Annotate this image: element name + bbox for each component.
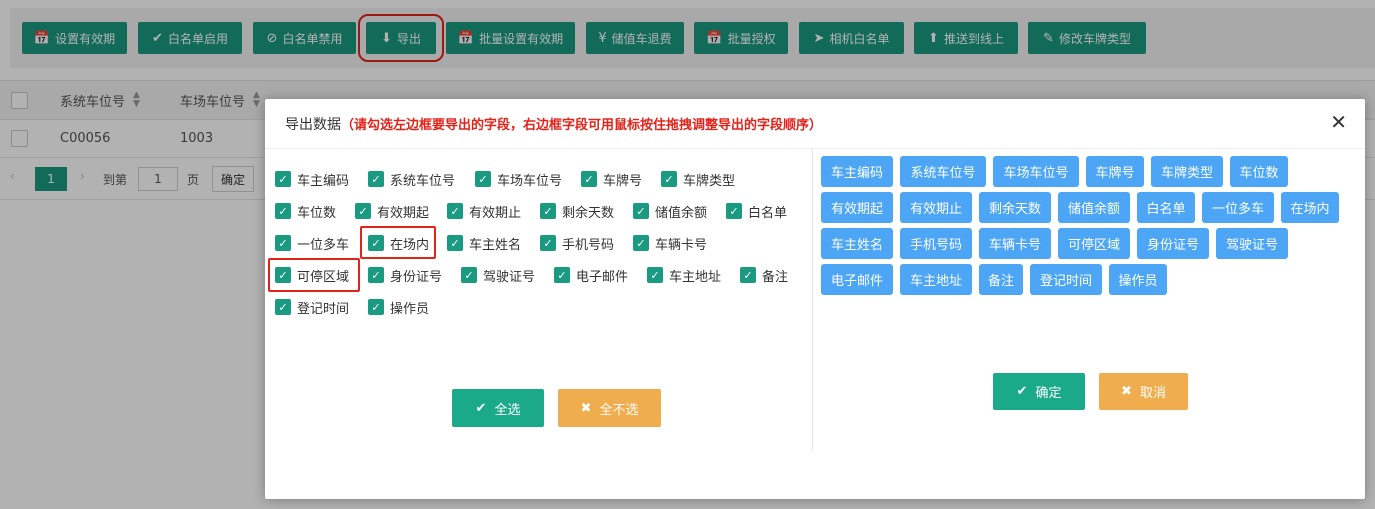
export-dialog: 导出数据 （请勾选左边框要导出的字段，右边框字段可用鼠标按住拖拽调整导出的字段顺序… bbox=[265, 99, 1365, 499]
check-icon: ✔ bbox=[475, 400, 487, 416]
checked-icon: ✓ bbox=[447, 235, 463, 251]
field-tag[interactable]: 一位多车 bbox=[1202, 192, 1274, 223]
checked-icon: ✓ bbox=[368, 299, 384, 315]
field-checkbox[interactable]: ✓ 车位数 bbox=[275, 201, 336, 221]
checked-icon: ✓ bbox=[368, 267, 384, 283]
checked-icon: ✓ bbox=[633, 235, 649, 251]
select-all-button[interactable]: ✔ 全选 bbox=[452, 389, 544, 427]
field-tag[interactable]: 操作员 bbox=[1109, 264, 1167, 295]
field-tag[interactable]: 可停区域 bbox=[1058, 228, 1130, 259]
field-tag[interactable]: 车位数 bbox=[1230, 156, 1288, 187]
field-tag[interactable]: 有效期起 bbox=[821, 192, 893, 223]
checked-icon: ✓ bbox=[540, 203, 556, 219]
close-icon[interactable]: ✕ bbox=[1330, 112, 1347, 132]
checked-icon: ✓ bbox=[540, 235, 556, 251]
checked-icon: ✓ bbox=[368, 171, 384, 187]
field-tag[interactable]: 驾驶证号 bbox=[1216, 228, 1288, 259]
field-checkbox[interactable]: ✓ 登记时间 bbox=[275, 297, 349, 317]
dialog-hint: （请勾选左边框要导出的字段，右边框字段可用鼠标按住拖拽调整导出的字段顺序） bbox=[341, 118, 823, 133]
close-icon: ✖ bbox=[580, 400, 592, 416]
field-checkbox[interactable]: ✓ 白名单 bbox=[726, 201, 787, 221]
checked-icon: ✓ bbox=[633, 203, 649, 219]
field-tag[interactable]: 剩余天数 bbox=[979, 192, 1051, 223]
select-none-button[interactable]: ✖ 全不选 bbox=[558, 389, 661, 427]
field-checkbox[interactable]: ✓ 备注 bbox=[740, 265, 788, 285]
checked-icon: ✓ bbox=[275, 235, 291, 251]
field-checkbox[interactable]: ✓ 驾驶证号 bbox=[461, 265, 535, 285]
field-tag[interactable]: 车辆卡号 bbox=[979, 228, 1051, 259]
field-checkbox[interactable]: ✓ 有效期起 bbox=[355, 201, 429, 221]
field-tag[interactable]: 手机号码 bbox=[900, 228, 972, 259]
field-tag[interactable]: 登记时间 bbox=[1030, 264, 1102, 295]
checked-icon: ✓ bbox=[726, 203, 742, 219]
field-checkbox[interactable]: ✓ 系统车位号 bbox=[368, 169, 455, 189]
checked-icon: ✓ bbox=[581, 171, 597, 187]
field-tag[interactable]: 系统车位号 bbox=[900, 156, 986, 187]
field-checkbox[interactable]: ✓ 有效期止 bbox=[447, 201, 521, 221]
field-tag[interactable]: 车场车位号 bbox=[993, 156, 1079, 187]
field-checkbox[interactable]: ✓ 手机号码 bbox=[540, 233, 614, 253]
checked-icon: ✓ bbox=[447, 203, 463, 219]
confirm-button[interactable]: ✔ 确定 bbox=[993, 373, 1085, 410]
field-tag[interactable]: 备注 bbox=[979, 264, 1023, 295]
field-tag[interactable]: 储值余额 bbox=[1058, 192, 1130, 223]
field-checkbox-panel: ✓ 车主编码 ✓ 系统车位号 ✓ 车场车位号 ✓ 车牌号 ✓ 车牌类型 ✓ 车位数 ✓ 有效期… bbox=[265, 149, 813, 451]
checked-icon: ✓ bbox=[661, 171, 677, 187]
checked-icon: ✓ bbox=[275, 299, 291, 315]
field-checkbox[interactable]: ✓ 车牌号 bbox=[581, 169, 642, 189]
dialog-header: 导出数据 （请勾选左边框要导出的字段，右边框字段可用鼠标按住拖拽调整导出的字段顺序… bbox=[265, 99, 1365, 149]
field-tag[interactable]: 车主编码 bbox=[821, 156, 893, 187]
checked-icon: ✓ bbox=[275, 203, 291, 219]
field-tag[interactable]: 车牌类型 bbox=[1151, 156, 1223, 187]
field-tag[interactable]: 身份证号 bbox=[1137, 228, 1209, 259]
checked-icon: ✓ bbox=[554, 267, 570, 283]
field-tag[interactable]: 车主姓名 bbox=[821, 228, 893, 259]
field-checkbox[interactable]: ✓ 操作员 bbox=[368, 297, 429, 317]
field-tag[interactable]: 电子邮件 bbox=[821, 264, 893, 295]
checked-icon: ✓ bbox=[647, 267, 663, 283]
checked-icon: ✓ bbox=[461, 267, 477, 283]
field-checkbox[interactable]: ✓ 车牌类型 bbox=[661, 169, 735, 189]
checked-icon: ✓ bbox=[355, 203, 371, 219]
field-checkbox[interactable]: ✓ 车主编码 bbox=[275, 169, 349, 189]
field-checkbox[interactable]: ✓ 车主姓名 bbox=[447, 233, 521, 253]
field-checkbox[interactable]: ✓ 剩余天数 bbox=[540, 201, 614, 221]
cancel-button[interactable]: ✖ 取消 bbox=[1099, 373, 1188, 410]
field-checkbox[interactable]: ✓ 一位多车 bbox=[275, 233, 349, 253]
highlight-in-lot bbox=[360, 226, 436, 259]
field-checkbox[interactable]: ✓ 车场车位号 bbox=[475, 169, 562, 189]
field-tag[interactable]: 在场内 bbox=[1281, 192, 1339, 223]
field-checkbox[interactable]: ✓ 电子邮件 bbox=[554, 265, 628, 285]
field-tag[interactable]: 有效期止 bbox=[900, 192, 972, 223]
field-checkbox[interactable]: ✓ 车辆卡号 bbox=[633, 233, 707, 253]
checked-icon: ✓ bbox=[475, 171, 491, 187]
check-icon: ✔ bbox=[1016, 384, 1028, 399]
dialog-title: 导出数据 bbox=[285, 116, 341, 133]
field-tag[interactable]: 车主地址 bbox=[900, 264, 972, 295]
close-icon: ✖ bbox=[1121, 384, 1132, 399]
field-checkbox[interactable]: ✓ 储值余额 bbox=[633, 201, 707, 221]
field-tag[interactable]: 车牌号 bbox=[1086, 156, 1144, 187]
checked-icon: ✓ bbox=[275, 171, 291, 187]
field-checkbox[interactable]: ✓ 车主地址 bbox=[647, 265, 721, 285]
highlight-parking-area bbox=[268, 258, 360, 292]
field-tag[interactable]: 白名单 bbox=[1137, 192, 1195, 223]
checked-icon: ✓ bbox=[740, 267, 756, 283]
field-checkbox[interactable]: ✓ 身份证号 bbox=[368, 265, 442, 285]
